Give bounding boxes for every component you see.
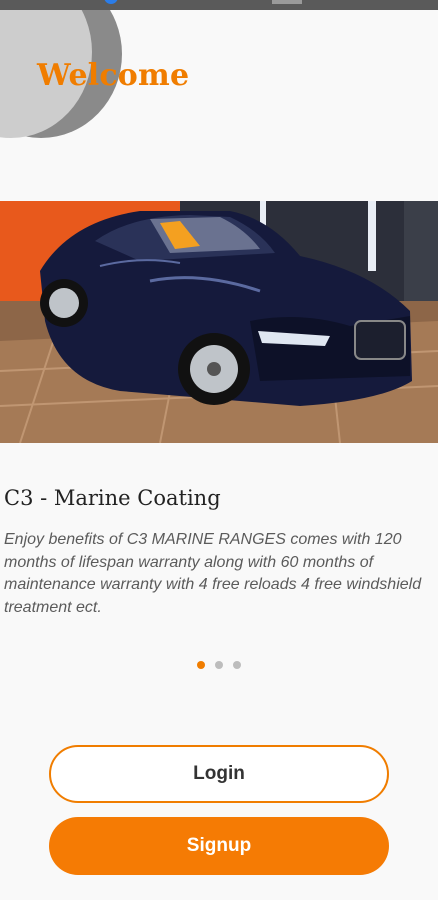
carousel-slide-image[interactable] <box>0 201 438 443</box>
pager-dot-2[interactable] <box>215 661 223 669</box>
login-button[interactable]: Login <box>49 745 389 803</box>
app-screen: Welcome C3 - Marine Coating Enjoy benefi… <box>0 0 438 900</box>
signal-icon <box>272 0 302 4</box>
welcome-heading: Welcome <box>37 58 190 93</box>
status-bar <box>0 0 438 10</box>
pager-dot-3[interactable] <box>233 661 241 669</box>
slide-title: C3 - Marine Coating <box>4 486 221 510</box>
notification-icon <box>104 0 118 4</box>
car-photo <box>0 201 438 443</box>
carousel-pager <box>197 661 241 669</box>
pager-dot-1[interactable] <box>197 661 205 669</box>
slide-description: Enjoy benefits of C3 MARINE RANGES comes… <box>4 531 422 616</box>
signup-button[interactable]: Signup <box>49 817 389 875</box>
